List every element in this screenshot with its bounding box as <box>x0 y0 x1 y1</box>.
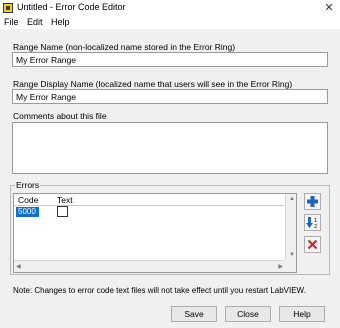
scroll-left-arrow-icon[interactable]: ◀ <box>16 264 21 270</box>
scroll-up-arrow-icon[interactable]: ▲ <box>289 196 295 202</box>
column-header-text[interactable]: Text <box>57 195 73 205</box>
vertical-scrollbar[interactable]: ▲ ▼ <box>285 194 296 260</box>
restart-note: Note: Changes to error code text files w… <box>13 286 306 295</box>
close-button[interactable]: Close <box>225 306 271 322</box>
errors-group-label: Errors <box>15 180 41 190</box>
scrollbar-corner <box>285 260 296 272</box>
window-title: Untitled - Error Code Editor <box>17 2 126 12</box>
delete-icon <box>307 239 318 250</box>
horizontal-scrollbar[interactable]: ◀ ▶ <box>14 260 285 272</box>
menu-help[interactable]: Help <box>51 17 70 27</box>
menu-bar: File Edit Help <box>0 16 340 29</box>
header-divider <box>14 205 284 206</box>
range-display-name-label: Range Display Name (localized name that … <box>13 79 293 89</box>
range-name-label: Range Name (non-localized name stored in… <box>13 42 236 52</box>
error-code-cell[interactable]: 5000 <box>16 207 39 217</box>
title-bar: Untitled - Error Code Editor ✕ <box>0 0 340 17</box>
menu-file[interactable]: File <box>4 17 19 27</box>
plus-icon <box>307 196 318 207</box>
errors-table[interactable]: Code Text 5000 ▲ ▼ ◀ ▶ <box>13 193 297 273</box>
save-button[interactable]: Save <box>171 306 217 322</box>
menu-edit[interactable]: Edit <box>27 17 43 27</box>
add-error-button[interactable] <box>304 193 321 210</box>
window-close-button[interactable]: ✕ <box>318 0 340 16</box>
sort-errors-button[interactable]: 1 2 <box>304 214 321 231</box>
error-text-checkbox[interactable] <box>57 206 68 217</box>
scroll-right-arrow-icon[interactable]: ▶ <box>278 264 283 270</box>
labview-app-icon <box>3 3 13 13</box>
comments-label: Comments about this file <box>13 111 107 121</box>
range-name-input[interactable]: My Error Range <box>12 52 328 67</box>
svg-text:2: 2 <box>314 224 317 230</box>
help-button[interactable]: Help <box>279 306 325 322</box>
column-header-code[interactable]: Code <box>18 195 38 205</box>
comments-textarea[interactable] <box>12 122 328 174</box>
range-display-name-input[interactable]: My Error Range <box>12 89 328 104</box>
scroll-down-arrow-icon[interactable]: ▼ <box>289 252 295 258</box>
sort-icon: 1 2 <box>306 217 317 230</box>
delete-error-button[interactable] <box>304 236 321 253</box>
